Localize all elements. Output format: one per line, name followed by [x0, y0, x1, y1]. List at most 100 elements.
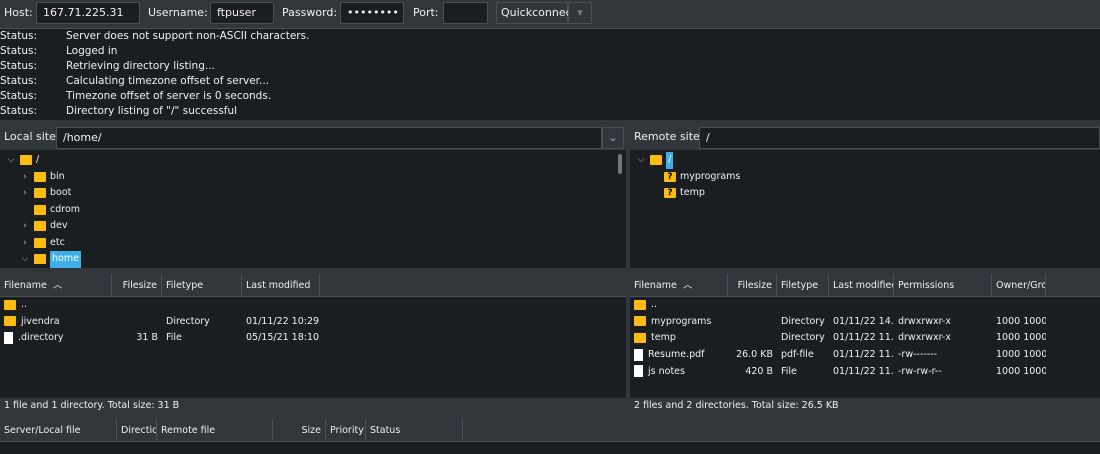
file-row[interactable]: .. [630, 297, 1100, 314]
column-header-permissions[interactable]: Permissions [894, 274, 992, 296]
log-type: Status: [0, 75, 37, 87]
column-header-filetype[interactable]: Filetype [777, 274, 829, 296]
file-icon [4, 331, 13, 344]
tree-item[interactable]: cdrom [0, 202, 626, 219]
column-label: Filetype [166, 280, 204, 291]
remote-path-input[interactable]: / [699, 127, 1100, 149]
quickconnect-dropdown[interactable]: ▾ [568, 2, 592, 24]
queue-column-header[interactable]: Server/Local file [0, 419, 117, 441]
perms-text: drwxrwxr-x [898, 332, 951, 344]
cell-perms [894, 297, 992, 314]
scrollbar[interactable] [618, 154, 622, 174]
local-path-dropdown[interactable]: ⌄ [602, 127, 624, 149]
queue-column-header[interactable]: Direction [117, 419, 157, 441]
transfer-queue[interactable]: Server/Local file Direction Remote file Siz… [0, 419, 1100, 454]
file-row[interactable]: jivendra Directory 01/11/22 10:29... [0, 314, 626, 331]
cell-name: temp [630, 330, 728, 347]
tree-item-label: home [50, 251, 81, 268]
name-text: jivendra [21, 315, 60, 327]
quickconnect-button[interactable]: Quickconnect [496, 2, 576, 24]
tree-item[interactable]: › bin [0, 169, 626, 186]
log-message: Timezone offset of server is 0 seconds. [66, 90, 272, 102]
file-row[interactable]: js notes 420 B File 01/11/22 11... -rw-rw-r-… [630, 364, 1100, 381]
cell-size [112, 297, 162, 314]
cell-name: .. [0, 297, 112, 314]
type-text: pdf-file [781, 349, 814, 361]
port-input[interactable] [443, 2, 488, 24]
remote-tree[interactable]: ⌵ /? myprograms? temp [630, 150, 1100, 268]
tree-item[interactable]: ⌵ home [0, 251, 626, 268]
tree-item-label: boot [50, 187, 72, 198]
tree-item[interactable]: › etc [0, 235, 626, 252]
column-label: Owner/Grou [996, 280, 1045, 291]
tree-item[interactable]: ? myprograms [630, 169, 1100, 186]
queue-column-header[interactable]: Size [273, 419, 326, 441]
chevron-right-icon[interactable]: › [18, 218, 32, 235]
cell-type: Directory [777, 330, 829, 347]
sort-ascending-icon: ︿ [52, 280, 63, 291]
cell-name: js notes [630, 364, 728, 381]
column-label: Status [370, 425, 401, 436]
chevron-down-icon[interactable]: ⌵ [4, 152, 18, 169]
cell-type [162, 297, 242, 314]
local-tree[interactable]: ⌵ / › bin › boot cdrom › dev › etc ⌵ home [0, 150, 626, 268]
queue-column-header[interactable]: Priority [326, 419, 366, 441]
file-row[interactable]: temp Directory 01/11/22 11... drwxrwxr-x 100… [630, 330, 1100, 347]
column-header-owner-grou[interactable]: Owner/Grou [992, 274, 1046, 296]
cell-owner: 1000 1000 [992, 364, 1046, 381]
chevron-right-icon[interactable]: › [18, 185, 32, 202]
modified-text: 01/11/22 11... [833, 365, 894, 377]
column-header-filetype[interactable]: Filetype [162, 274, 242, 296]
file-icon [634, 365, 643, 378]
log-entry: Status: Calculating timezone offset of se… [0, 74, 1100, 89]
log-type: Status: [0, 60, 37, 72]
column-label: Size [301, 425, 321, 436]
column-header-last-modified[interactable]: Last modified [242, 274, 320, 296]
host-input[interactable]: 167.71.225.31 [36, 2, 140, 24]
file-row[interactable]: .. [0, 297, 626, 314]
owner-text: 1000 1000 [996, 349, 1046, 361]
column-header-filesize[interactable]: Filesize [728, 274, 777, 296]
log-entry: Status: Server does not support non-ASCII… [0, 29, 1100, 44]
column-header-last-modified[interactable]: Last modified [829, 274, 894, 296]
message-log[interactable]: Status: Server does not support non-ASCII… [0, 28, 1100, 120]
file-row[interactable]: myprograms Directory 01/11/22 14... drwxrwx… [630, 314, 1100, 331]
column-label: Filename [634, 280, 677, 291]
folder-icon [34, 254, 46, 265]
cell-name: myprograms [630, 314, 728, 331]
tree-item[interactable]: ⌵ / [0, 152, 626, 169]
queue-column-header[interactable]: Remote file [157, 419, 273, 441]
perms-text: drwxrwxr-x [898, 315, 951, 327]
tree-item[interactable]: ? temp [630, 185, 1100, 202]
password-input[interactable]: •••••••• [340, 2, 404, 24]
tree-item-label: / [666, 152, 674, 169]
queue-column-header[interactable]: Status [366, 419, 463, 441]
chevron-right-icon[interactable]: › [18, 169, 32, 186]
tree-item[interactable]: › dev [0, 218, 626, 235]
username-label: Username: [148, 6, 208, 19]
local-file-list[interactable]: Filename ︿ Filesize Filetype Last modified..… [0, 274, 626, 398]
log-type: Status: [0, 30, 37, 42]
column-header-filename[interactable]: Filename ︿ [0, 274, 112, 296]
cell-size [112, 314, 162, 331]
folder-icon [20, 155, 32, 166]
local-path-input[interactable]: /home/ [56, 127, 602, 149]
tree-item[interactable]: › boot [0, 185, 626, 202]
log-entry: Status: Directory listing of "/" successf… [0, 104, 1100, 119]
chevron-down-icon[interactable]: ⌵ [634, 152, 648, 169]
username-input[interactable]: ftpuser [210, 2, 274, 24]
chevron-right-icon[interactable]: › [18, 235, 32, 252]
file-row[interactable]: .directory 31 B File 05/15/21 18:10... [0, 330, 626, 347]
cell-size [728, 314, 777, 331]
cell-owner: 1000 1000 [992, 347, 1046, 364]
remote-file-list[interactable]: Filename ︿ Filesize Filetype Last modified Pe… [630, 274, 1100, 398]
file-icon [634, 348, 643, 361]
file-row[interactable]: Resume.pdf 26.0 KB pdf-file 01/11/22 11... -… [630, 347, 1100, 364]
column-header-filename[interactable]: Filename ︿ [630, 274, 728, 296]
tree-item[interactable]: ⌵ / [630, 152, 1100, 169]
folder-icon [34, 171, 46, 182]
cell-owner: 1000 1000 [992, 314, 1046, 331]
log-message: Server does not support non-ASCII charac… [66, 30, 310, 42]
column-header-filesize[interactable]: Filesize [112, 274, 162, 296]
chevron-down-icon[interactable]: ⌵ [18, 251, 32, 268]
